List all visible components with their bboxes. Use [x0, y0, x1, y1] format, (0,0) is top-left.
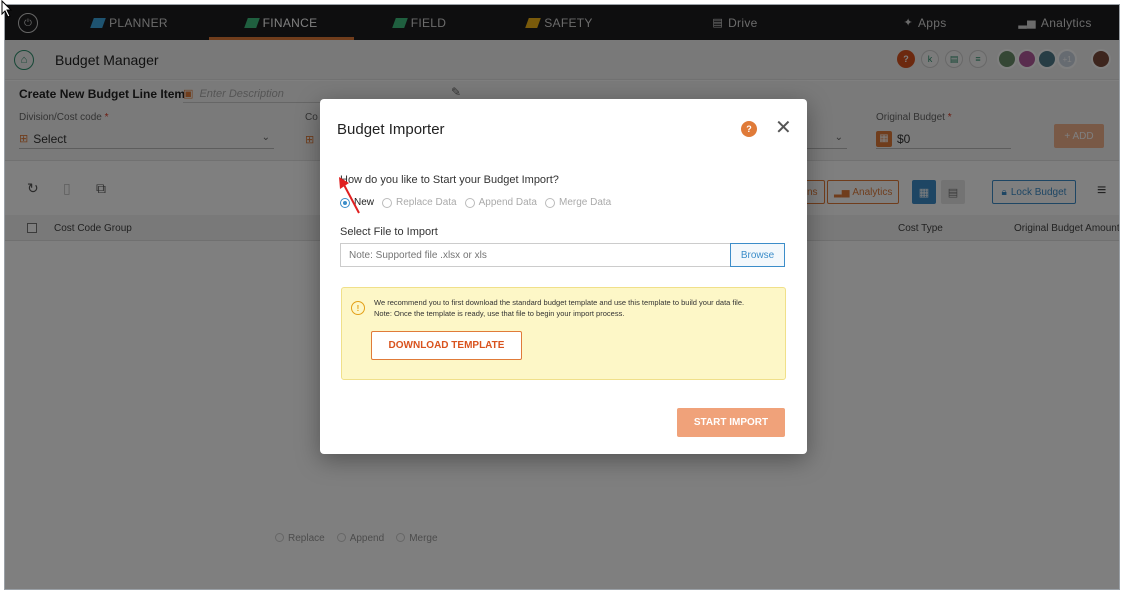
budget-importer-modal: Budget Importer ? ✕ How do you like to S… — [320, 99, 807, 454]
annotation-arrow-icon — [339, 177, 360, 214]
mouse-cursor-icon — [1, 0, 13, 18]
modal-title: Budget Importer — [337, 121, 445, 138]
radio-replace-data[interactable]: Replace Data — [382, 197, 457, 208]
warning-icon: ! — [351, 301, 365, 315]
file-input[interactable] — [340, 243, 730, 267]
import-mode-radio-group: New Replace Data Append Data Merge Data — [340, 197, 611, 208]
app-frame: ⏻ PLANNER FINANCE FIELD SAFETY ▤ Drive ✦… — [4, 4, 1120, 590]
radio-icon — [464, 197, 475, 208]
radio-icon — [382, 197, 393, 208]
radio-merge-data[interactable]: Merge Data — [545, 197, 611, 208]
radio-icon — [545, 197, 555, 208]
download-template-button[interactable]: DOWNLOAD TEMPLATE — [371, 331, 522, 360]
start-import-button[interactable]: START IMPORT — [677, 408, 785, 437]
import-question: How do you like to Start your Budget Imp… — [340, 174, 559, 186]
radio-append-data[interactable]: Append Data — [464, 197, 537, 208]
help-icon[interactable]: ? — [741, 121, 757, 137]
template-notice: ! We recommend you to first download the… — [341, 287, 786, 380]
file-label: Select File to Import — [340, 226, 438, 238]
browse-button[interactable]: Browse — [730, 243, 785, 267]
notice-text: We recommend you to first download the s… — [374, 298, 745, 318]
close-icon[interactable]: ✕ — [775, 115, 792, 140]
